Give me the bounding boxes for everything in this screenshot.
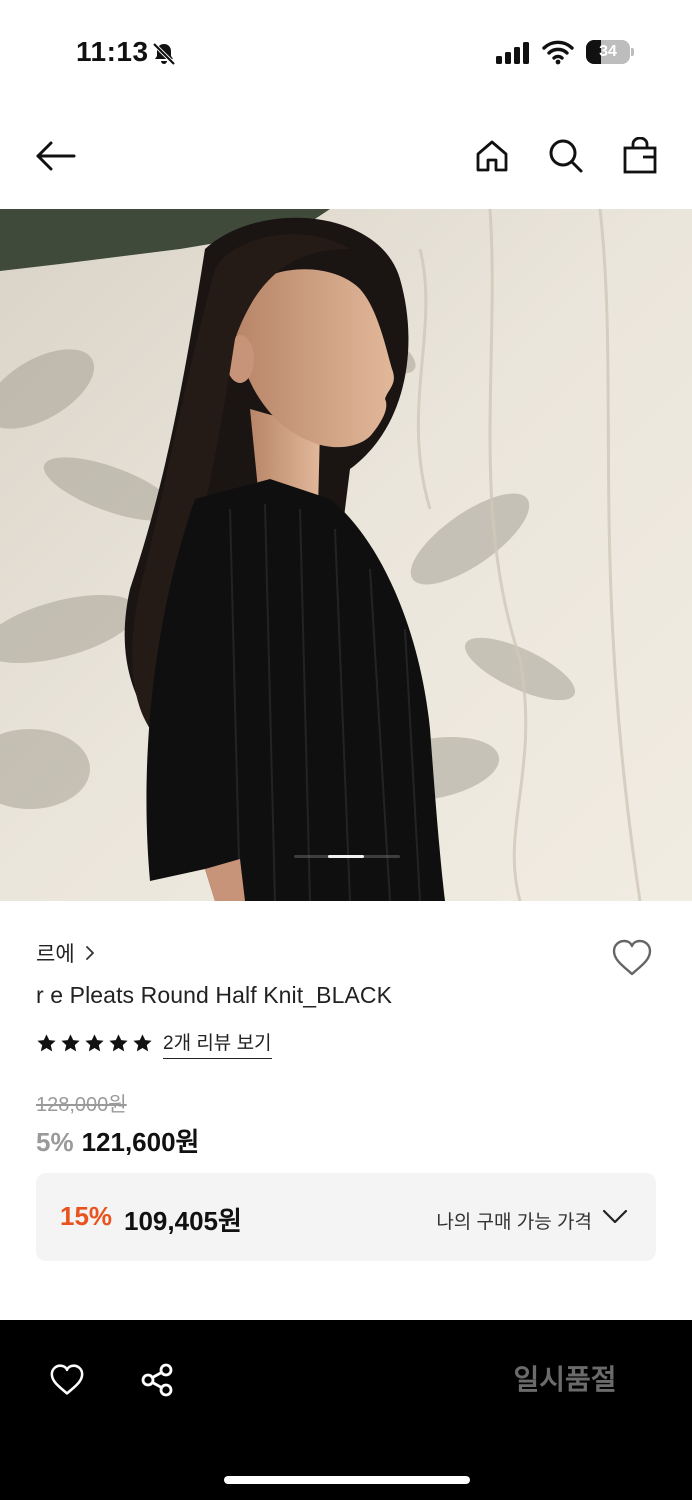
gallery-pager — [294, 855, 400, 858]
star-icon — [37, 1034, 56, 1052]
back-arrow-icon — [36, 141, 76, 171]
top-nav-bar — [0, 120, 692, 196]
back-button[interactable] — [32, 132, 80, 180]
my-price: 109,405원 — [124, 1206, 242, 1236]
my-price-label: 나의 구매 가능 가격 — [436, 1212, 592, 1233]
home-button[interactable] — [468, 132, 516, 180]
review-link[interactable]: 2개 리뷰 보기 — [163, 1028, 272, 1059]
price-row: 5% 121,600원 — [36, 1122, 199, 1159]
status-bar: 11:13 34 — [0, 0, 692, 100]
heart-outline-icon — [612, 939, 652, 976]
my-price-dropdown[interactable]: 15% 109,405원 나의 구매 가능 가격 — [36, 1173, 656, 1261]
battery-percent: 34 — [599, 43, 617, 60]
shopping-bag-button[interactable] — [616, 132, 664, 180]
heart-icon — [50, 1364, 84, 1395]
share-icon — [141, 1363, 173, 1397]
wifi-icon — [542, 40, 574, 65]
bottom-wishlist-button[interactable] — [43, 1356, 91, 1404]
brand-link[interactable]: 르에 — [36, 938, 97, 968]
search-button[interactable] — [542, 132, 590, 180]
rating-row: 2개 리뷰 보기 — [36, 1028, 272, 1059]
star-icon — [133, 1034, 152, 1052]
discount-rate: 5% — [36, 1127, 74, 1157]
my-discount-rate: 15% — [60, 1201, 113, 1231]
star-icon — [109, 1034, 128, 1052]
product-photo — [0, 209, 692, 901]
original-price: 128,000원 — [36, 1094, 127, 1116]
chevron-down-icon — [602, 1209, 628, 1224]
status-time: 11:13 — [76, 36, 149, 67]
bottom-action-bar: 일시품절 — [0, 1320, 692, 1500]
shopping-bag-icon — [623, 137, 657, 174]
bell-slash-icon — [152, 42, 176, 66]
cellular-signal-icon — [496, 42, 529, 64]
star-icon — [85, 1034, 104, 1052]
star-rating — [36, 1033, 153, 1054]
product-title: r e Pleats Round Half Knit_BLACK — [36, 982, 393, 1008]
product-image-gallery[interactable] — [0, 209, 692, 901]
star-icon — [61, 1034, 80, 1052]
battery-icon: 34 — [586, 40, 634, 64]
home-indicator — [224, 1476, 470, 1484]
brand-name: 르에 — [36, 943, 75, 966]
share-button[interactable] — [133, 1356, 181, 1404]
home-icon — [476, 140, 508, 172]
chevron-right-icon — [85, 946, 94, 960]
sale-price: 121,600원 — [81, 1127, 200, 1157]
search-icon — [549, 139, 583, 173]
wishlist-button[interactable] — [608, 934, 656, 982]
sold-out-button: 일시품절 — [513, 1364, 617, 1395]
